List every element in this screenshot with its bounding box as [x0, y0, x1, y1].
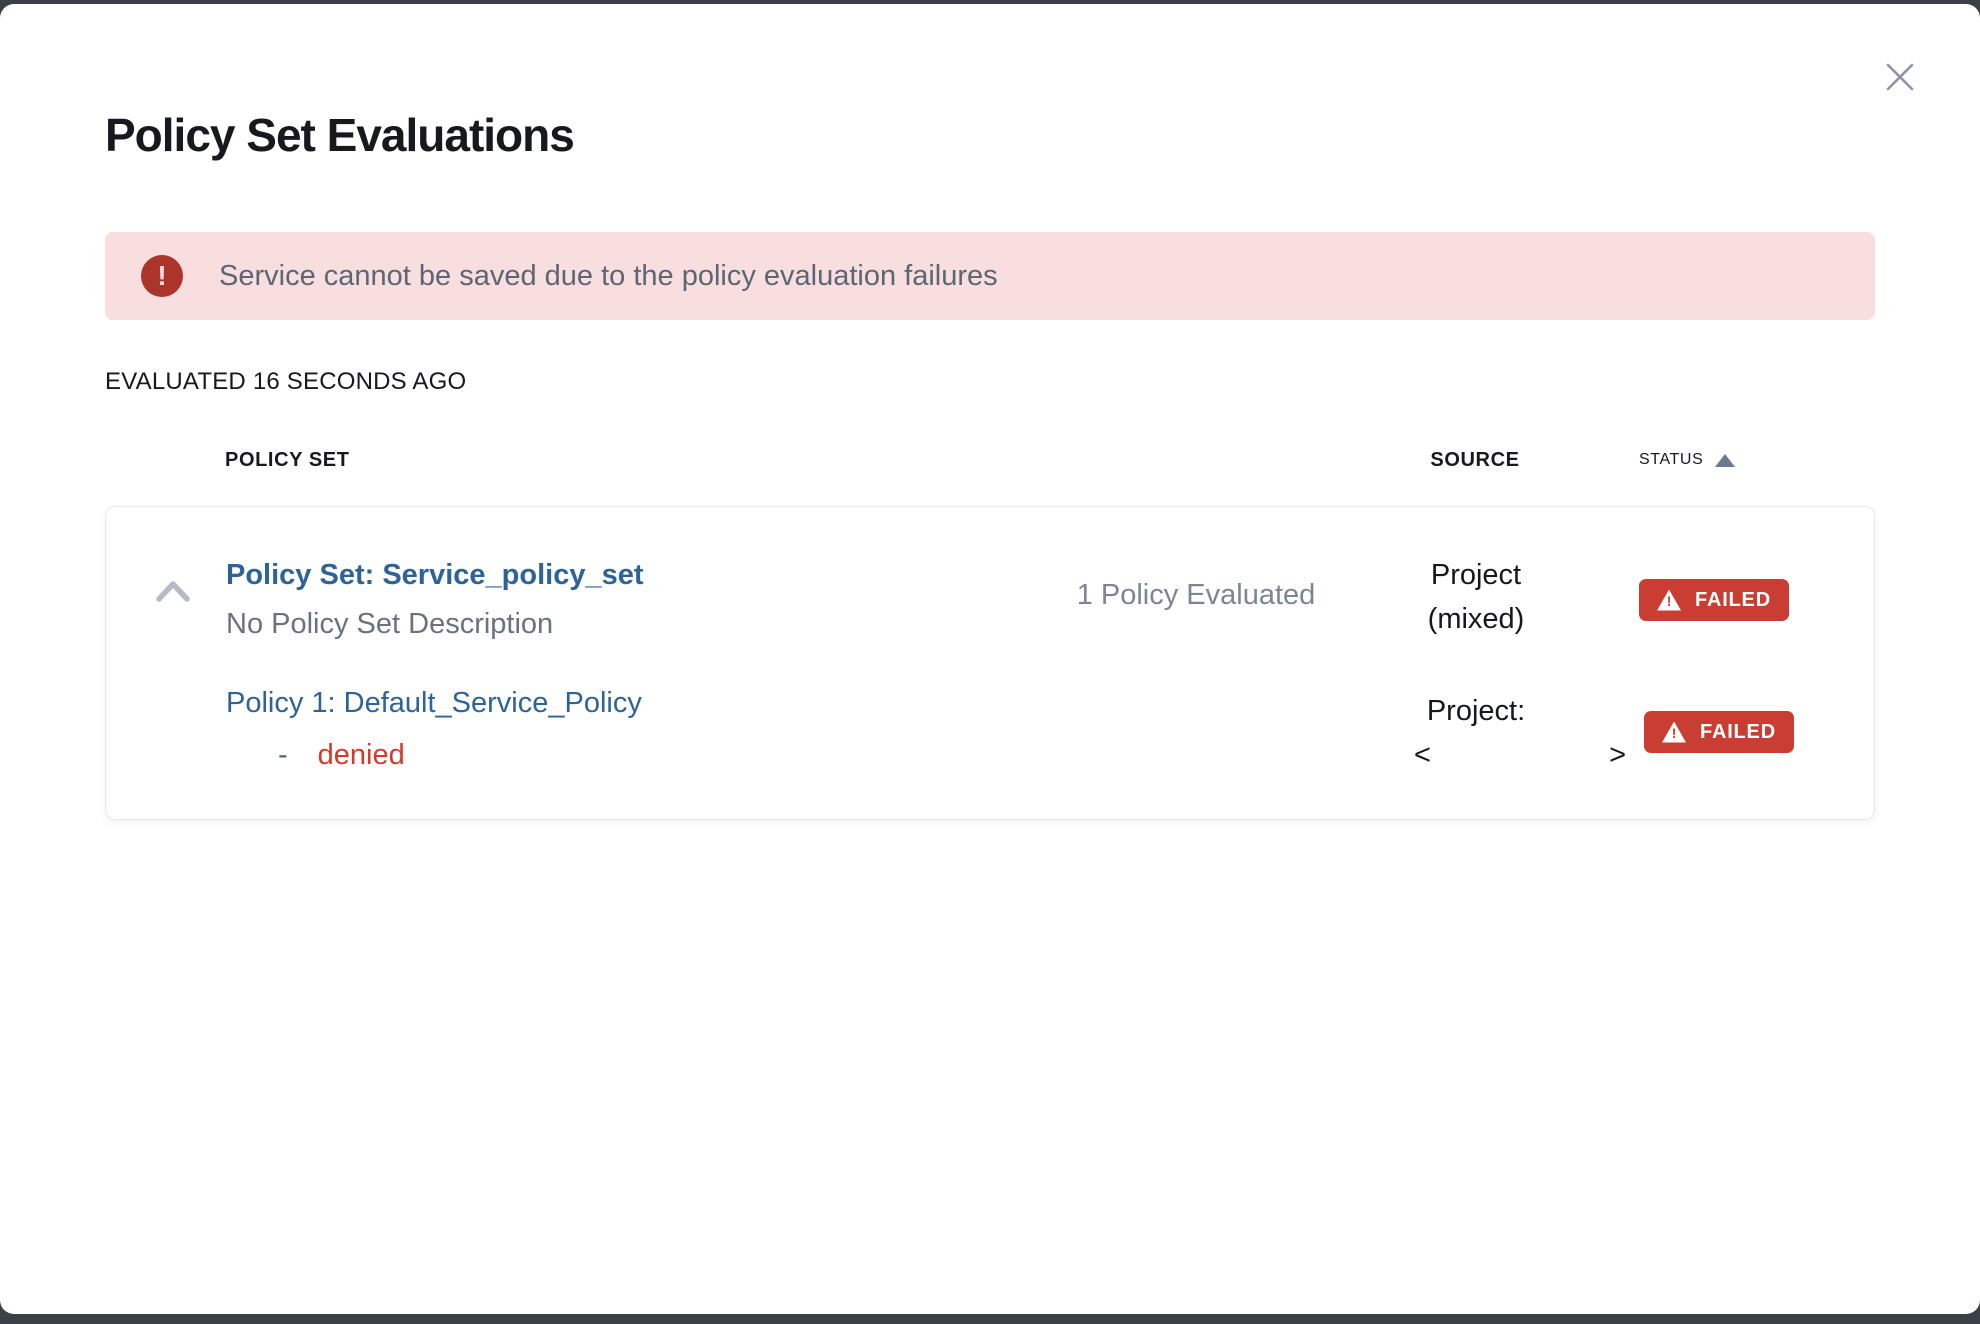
status-badge-label: FAILED	[1695, 589, 1771, 612]
source-cell-child: Project: < >	[1326, 689, 1626, 777]
error-banner: ! Service cannot be saved due to the pol…	[105, 232, 1875, 320]
policy-set-card: Policy Set: Service_policy_set No Policy…	[105, 506, 1875, 820]
status-badge-label: FAILED	[1700, 721, 1776, 744]
warning-triangle-icon: !	[1657, 590, 1681, 611]
status-badge-parent: ! FAILED	[1639, 579, 1789, 621]
source-child-line1: Project:	[1326, 689, 1626, 733]
warning-triangle-icon: !	[1662, 722, 1686, 743]
column-header-status[interactable]: STATUS	[1625, 451, 1875, 469]
column-header-policy-set: POLICY SET	[225, 449, 985, 472]
policy-result: - denied	[278, 739, 405, 772]
column-header-status-label: STATUS	[1639, 451, 1703, 469]
angle-open: <	[1414, 733, 1431, 777]
source-cell-parent: Project (mixed)	[1326, 553, 1626, 641]
result-denied-label: denied	[318, 739, 405, 772]
policy-link[interactable]: Policy 1: Default_Service_Policy	[226, 687, 642, 720]
policy-set-description: No Policy Set Description	[226, 608, 553, 640]
column-header-source: SOURCE	[1325, 449, 1625, 472]
policy-set-cell: Policy Set: Service_policy_set No Policy…	[226, 553, 644, 651]
status-badge-child: ! FAILED	[1644, 711, 1794, 753]
chevron-up-icon	[146, 603, 200, 618]
close-button[interactable]	[1878, 56, 1922, 100]
result-dash: -	[278, 739, 288, 772]
source-child-line2: < >	[1326, 733, 1626, 777]
policy-set-link[interactable]: Policy Set: Service_policy_set	[226, 553, 644, 597]
error-banner-message: Service cannot be saved due to the polic…	[219, 260, 998, 293]
collapse-row-button[interactable]	[146, 571, 200, 615]
sort-ascending-icon	[1715, 454, 1735, 467]
source-parent-line2: (mixed)	[1428, 603, 1525, 635]
error-circle-icon: !	[141, 255, 183, 297]
page-title: Policy Set Evaluations	[105, 108, 574, 162]
source-parent-line1: Project	[1431, 559, 1521, 591]
evaluated-timestamp: EVALUATED 16 SECONDS AGO	[105, 368, 466, 396]
close-icon	[1880, 57, 1920, 100]
policy-evaluations-modal: Policy Set Evaluations ! Service cannot …	[0, 4, 1980, 1314]
table-header-row: POLICY SET SOURCE STATUS	[105, 440, 1875, 480]
policies-evaluated-count: 1 Policy Evaluated	[1026, 579, 1366, 612]
angle-close: >	[1609, 733, 1626, 777]
